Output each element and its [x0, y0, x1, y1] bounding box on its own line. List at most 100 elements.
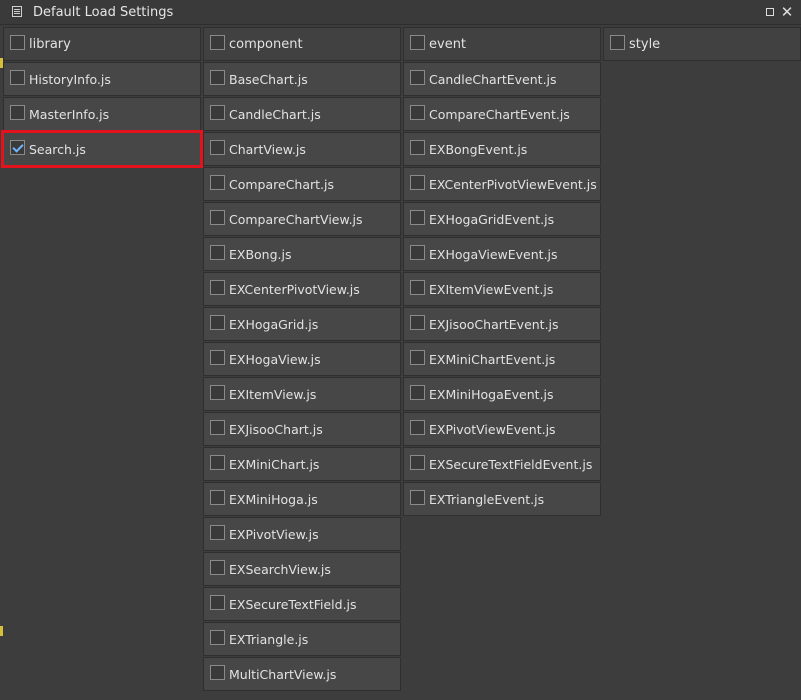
column-header[interactable]: event [403, 27, 601, 61]
checkbox[interactable] [210, 595, 225, 610]
file-item-label: EXSearchView.js [229, 562, 331, 577]
file-item[interactable]: EXSecureTextField.js [203, 587, 401, 621]
checkbox[interactable] [210, 525, 225, 540]
checkbox[interactable] [210, 630, 225, 645]
column-header[interactable]: style [603, 27, 801, 61]
file-item[interactable]: HistoryInfo.js [3, 62, 201, 96]
file-item-label: EXPivotView.js [229, 527, 319, 542]
checkbox[interactable] [210, 175, 225, 190]
checkbox[interactable] [210, 315, 225, 330]
edge-marker [0, 626, 3, 636]
checkbox[interactable] [210, 420, 225, 435]
file-item[interactable]: EXSearchView.js [203, 552, 401, 586]
checkbox[interactable] [410, 70, 425, 85]
column-style: style [603, 27, 801, 62]
checkbox[interactable] [210, 455, 225, 470]
column-header[interactable]: library [3, 27, 201, 61]
checkbox[interactable] [410, 105, 425, 120]
file-item[interactable]: CompareChart.js [203, 167, 401, 201]
checkbox[interactable] [410, 140, 425, 155]
file-item[interactable]: EXMiniHoga.js [203, 482, 401, 516]
file-item[interactable]: EXJisooChart.js [203, 412, 401, 446]
maximize-button[interactable] [762, 4, 778, 20]
checkbox[interactable] [410, 420, 425, 435]
checkbox[interactable] [210, 35, 225, 50]
column-header[interactable]: component [203, 27, 401, 61]
checkbox[interactable] [210, 70, 225, 85]
file-item[interactable]: EXSecureTextFieldEvent.js [403, 447, 601, 481]
close-button[interactable]: ✕ [779, 4, 795, 20]
file-item-label: CandleChartEvent.js [429, 72, 557, 87]
file-item[interactable]: EXTriangle.js [203, 622, 401, 656]
checkbox[interactable] [410, 350, 425, 365]
file-item-label: EXHogaViewEvent.js [429, 247, 558, 262]
checkbox[interactable] [210, 665, 225, 680]
checkbox[interactable] [410, 490, 425, 505]
checkbox[interactable] [210, 280, 225, 295]
file-item[interactable]: EXPivotViewEvent.js [403, 412, 601, 446]
file-item[interactable]: EXHogaView.js [203, 342, 401, 376]
checkbox[interactable] [410, 210, 425, 225]
column-header-label: component [229, 37, 303, 52]
file-item[interactable]: EXHogaGridEvent.js [403, 202, 601, 236]
checkbox[interactable] [210, 210, 225, 225]
window-icon [12, 6, 22, 17]
checkbox[interactable] [10, 105, 25, 120]
file-item[interactable]: EXCenterPivotView.js [203, 272, 401, 306]
file-item-label: Search.js [29, 142, 86, 157]
file-item[interactable]: EXPivotView.js [203, 517, 401, 551]
file-item[interactable]: MasterInfo.js [3, 97, 201, 131]
file-item[interactable]: CandleChart.js [203, 97, 401, 131]
file-item-label: EXMiniChart.js [229, 457, 320, 472]
file-item-label: EXHogaView.js [229, 352, 321, 367]
file-item-label: EXItemViewEvent.js [429, 282, 554, 297]
file-item[interactable]: EXItemViewEvent.js [403, 272, 601, 306]
file-item[interactable]: Search.js [1, 130, 203, 168]
file-item[interactable]: BaseChart.js [203, 62, 401, 96]
file-item[interactable]: EXMiniHogaEvent.js [403, 377, 601, 411]
checkbox[interactable] [10, 35, 25, 50]
checkbox[interactable] [610, 35, 625, 50]
checkbox[interactable] [210, 385, 225, 400]
checkbox[interactable] [210, 490, 225, 505]
checkbox[interactable] [410, 245, 425, 260]
checkbox[interactable] [210, 350, 225, 365]
file-item[interactable]: ChartView.js [203, 132, 401, 166]
file-item-label: MasterInfo.js [29, 107, 110, 122]
file-item[interactable]: EXTriangleEvent.js [403, 482, 601, 516]
checkbox[interactable] [410, 175, 425, 190]
checkbox[interactable] [210, 105, 225, 120]
checkbox[interactable] [10, 70, 25, 85]
file-item[interactable]: EXHogaViewEvent.js [403, 237, 601, 271]
file-item[interactable]: EXBong.js [203, 237, 401, 271]
file-item[interactable]: EXMiniChart.js [203, 447, 401, 481]
window-title: Default Load Settings [33, 5, 174, 20]
checkbox[interactable] [210, 140, 225, 155]
file-item-label: EXHogaGrid.js [229, 317, 319, 332]
file-item[interactable]: EXJisooChartEvent.js [403, 307, 601, 341]
checkbox[interactable] [410, 385, 425, 400]
checkbox[interactable] [210, 245, 225, 260]
file-item-label: EXTriangleEvent.js [429, 492, 545, 507]
checkbox[interactable] [410, 455, 425, 470]
column-library: library HistoryInfo.js MasterInfo.js Search… [1, 27, 203, 168]
file-item[interactable]: EXBongEvent.js [403, 132, 601, 166]
file-item[interactable]: EXMiniChartEvent.js [403, 342, 601, 376]
file-item-label: EXItemView.js [229, 387, 317, 402]
file-item[interactable]: CandleChartEvent.js [403, 62, 601, 96]
checkbox[interactable] [410, 315, 425, 330]
file-item[interactable]: CompareChartEvent.js [403, 97, 601, 131]
file-item[interactable]: CompareChartView.js [203, 202, 401, 236]
file-item-label: EXTriangle.js [229, 632, 309, 647]
file-item[interactable]: EXItemView.js [203, 377, 401, 411]
checkbox[interactable] [410, 35, 425, 50]
file-item-label: ChartView.js [229, 142, 306, 157]
checkbox[interactable] [410, 280, 425, 295]
file-item[interactable]: EXCenterPivotViewEvent.js [403, 167, 601, 201]
file-item[interactable]: EXHogaGrid.js [203, 307, 401, 341]
file-item-label: EXPivotViewEvent.js [429, 422, 556, 437]
file-item[interactable]: MultiChartView.js [203, 657, 401, 691]
checkbox[interactable] [210, 560, 225, 575]
checkbox-checked[interactable] [10, 140, 25, 155]
file-item-label: EXHogaGridEvent.js [429, 212, 555, 227]
